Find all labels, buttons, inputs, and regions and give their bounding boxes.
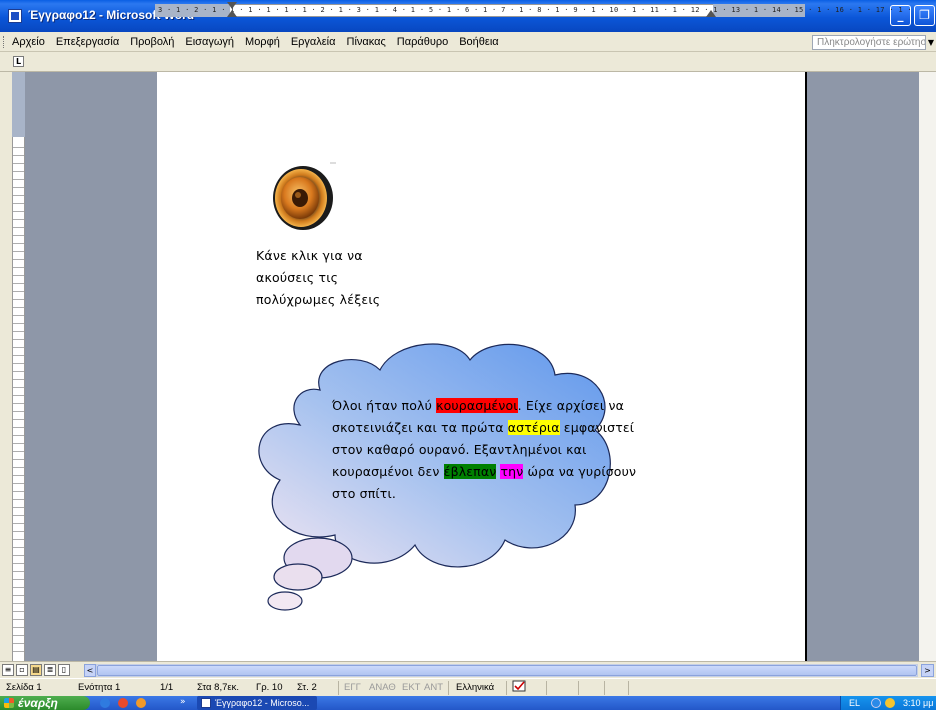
clock[interactable]: 3:10 μμ (903, 696, 933, 710)
status-position: Στα 8,7εκ. (197, 682, 239, 693)
status-section: Ενότητα 1 (78, 682, 121, 693)
status-page: Σελίδα 1 (6, 682, 42, 693)
web-layout-view-icon[interactable]: ▫ (16, 664, 28, 676)
normal-view-icon[interactable]: ≡ (2, 664, 14, 676)
status-extend[interactable]: ΕΚΤ (402, 682, 420, 693)
status-divider (628, 681, 629, 695)
menu-file[interactable]: Αρχείο (12, 35, 45, 49)
status-record-macro[interactable]: ΕΓΓ (344, 682, 361, 693)
status-divider (338, 681, 339, 695)
status-divider (448, 681, 449, 695)
highlighted-word-red[interactable]: κουρασμένοι (436, 398, 518, 413)
status-bar: Σελίδα 1 Ενότητα 1 1/1 Στα 8,7εκ. Γρ. 10… (0, 678, 936, 696)
cloud-paragraph[interactable]: Όλοι ήταν πολύ κουρασμένοι. Είχε αρχίσει… (332, 395, 652, 505)
speaker-icon[interactable] (270, 162, 362, 232)
cloud-text-part-1: Όλοι ήταν πολύ (332, 398, 437, 413)
speaker-caption: Κάνε κλικ για να ακούσεις τις πολύχρωμες… (256, 245, 416, 311)
menu-window[interactable]: Παράθυρο (397, 35, 448, 49)
help-question-input[interactable]: Πληκτρολογήστε ερώτηση (812, 35, 926, 50)
status-divider (546, 681, 547, 695)
status-track-changes[interactable]: ΑΝΑΘ (369, 682, 396, 693)
vertical-ruler-gutter (0, 72, 12, 661)
status-language[interactable]: Ελληνικά (456, 682, 494, 693)
tab-selector-button[interactable]: L (13, 56, 24, 67)
vertical-ruler-top-margin (12, 72, 25, 137)
status-divider (506, 681, 507, 695)
menu-table[interactable]: Πίνακας (347, 35, 386, 49)
start-button[interactable]: έναρξη (0, 696, 90, 710)
highlighted-word-magenta[interactable]: την (500, 464, 524, 479)
windows-flag-icon (4, 698, 14, 708)
view-and-hscroll-bar: ≡ ▫ ▤ ≣ ▯ < > (0, 661, 936, 678)
status-page-count: 1/1 (160, 682, 174, 693)
input-language-indicator[interactable]: EL (849, 696, 860, 710)
first-line-indent-marker[interactable] (227, 2, 237, 9)
highlighted-word-yellow[interactable]: αστέρια (507, 420, 560, 435)
status-overtype[interactable]: ΑΝΤ (424, 682, 443, 693)
tray-alert-icon[interactable] (885, 698, 895, 708)
ruler-row: L (0, 52, 936, 72)
taskbar-word-document[interactable]: Έγγραφο12 - Microso... (197, 696, 317, 710)
quicklaunch-ie-icon[interactable] (100, 698, 110, 708)
word-app-icon[interactable] (8, 9, 22, 23)
vertical-scrollbar[interactable] (919, 72, 936, 661)
menu-items: Αρχείο Επεξεργασία Προβολή Εισαγωγή Μορφ… (12, 35, 499, 49)
system-tray: EL 3:10 μμ (840, 696, 936, 710)
quicklaunch-media-icon[interactable] (118, 698, 128, 708)
start-label: έναρξη (18, 696, 58, 710)
caption-line-2: ακούσεις τις (256, 270, 339, 285)
reading-layout-view-icon[interactable]: ▯ (58, 664, 70, 676)
menu-tools[interactable]: Εργαλεία (291, 35, 336, 49)
help-dropdown-arrow-icon[interactable]: ▼ (926, 35, 936, 50)
word-doc-icon (201, 698, 211, 708)
menu-help[interactable]: Βοήθεια (459, 35, 498, 49)
right-indent-marker[interactable] (706, 10, 716, 17)
print-layout-view-icon[interactable]: ▤ (30, 664, 42, 676)
spelling-check-icon[interactable] (512, 680, 528, 696)
taskbar-word-label: Έγγραφο12 - Microso... (215, 698, 310, 708)
quicklaunch-firefox-icon[interactable] (136, 698, 146, 708)
menu-bar: Αρχείο Επεξεργασία Προβολή Εισαγωγή Μορφ… (0, 32, 936, 52)
status-divider (578, 681, 579, 695)
horizontal-scroll-thumb[interactable] (97, 665, 917, 676)
network-tray-icon[interactable] (871, 698, 881, 708)
scroll-left-button[interactable]: < (84, 664, 96, 677)
menu-view[interactable]: Προβολή (130, 35, 174, 49)
menu-insert[interactable]: Εισαγωγή (185, 35, 234, 49)
vertical-ruler-ticks (13, 140, 24, 655)
menu-edit[interactable]: Επεξεργασία (56, 35, 119, 49)
menu-format[interactable]: Μορφή (245, 35, 280, 49)
quicklaunch-more-chevron[interactable]: » (180, 696, 186, 708)
taskbar: έναρξη » Έγγραφο12 - Microso... EL 3:10 … (0, 696, 936, 710)
scroll-right-button[interactable]: > (921, 664, 934, 677)
caption-line-1: Κάνε κλικ για να (256, 248, 363, 263)
ruler-tick-labels: 3 · 1 · 2 · 1 · 1 · 1 · 1 · 1 · 1 · 2 · … (158, 6, 912, 14)
status-divider (604, 681, 605, 695)
status-line: Γρ. 10 (256, 682, 283, 693)
restore-button[interactable]: ❐ (914, 5, 935, 26)
highlighted-word-green[interactable]: έβλεπαν (443, 464, 497, 479)
status-column: Στ. 2 (297, 682, 317, 693)
outline-view-icon[interactable]: ≣ (44, 664, 56, 676)
left-indent-marker[interactable] (227, 10, 237, 17)
caption-line-3: πολύχρωμες λέξεις (256, 292, 381, 307)
menu-grip-handle[interactable] (3, 36, 6, 48)
